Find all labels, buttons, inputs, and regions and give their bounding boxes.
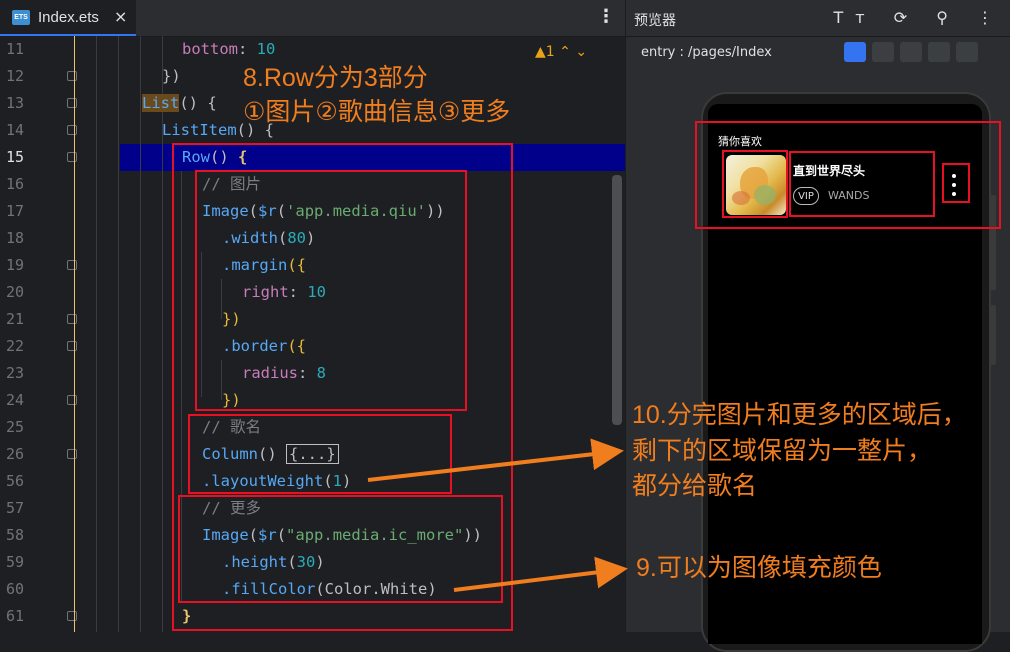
arrow-to-fill-note — [453, 556, 628, 592]
annotation-arrows — [367, 438, 628, 592]
arrow-to-layout-note — [367, 438, 624, 482]
